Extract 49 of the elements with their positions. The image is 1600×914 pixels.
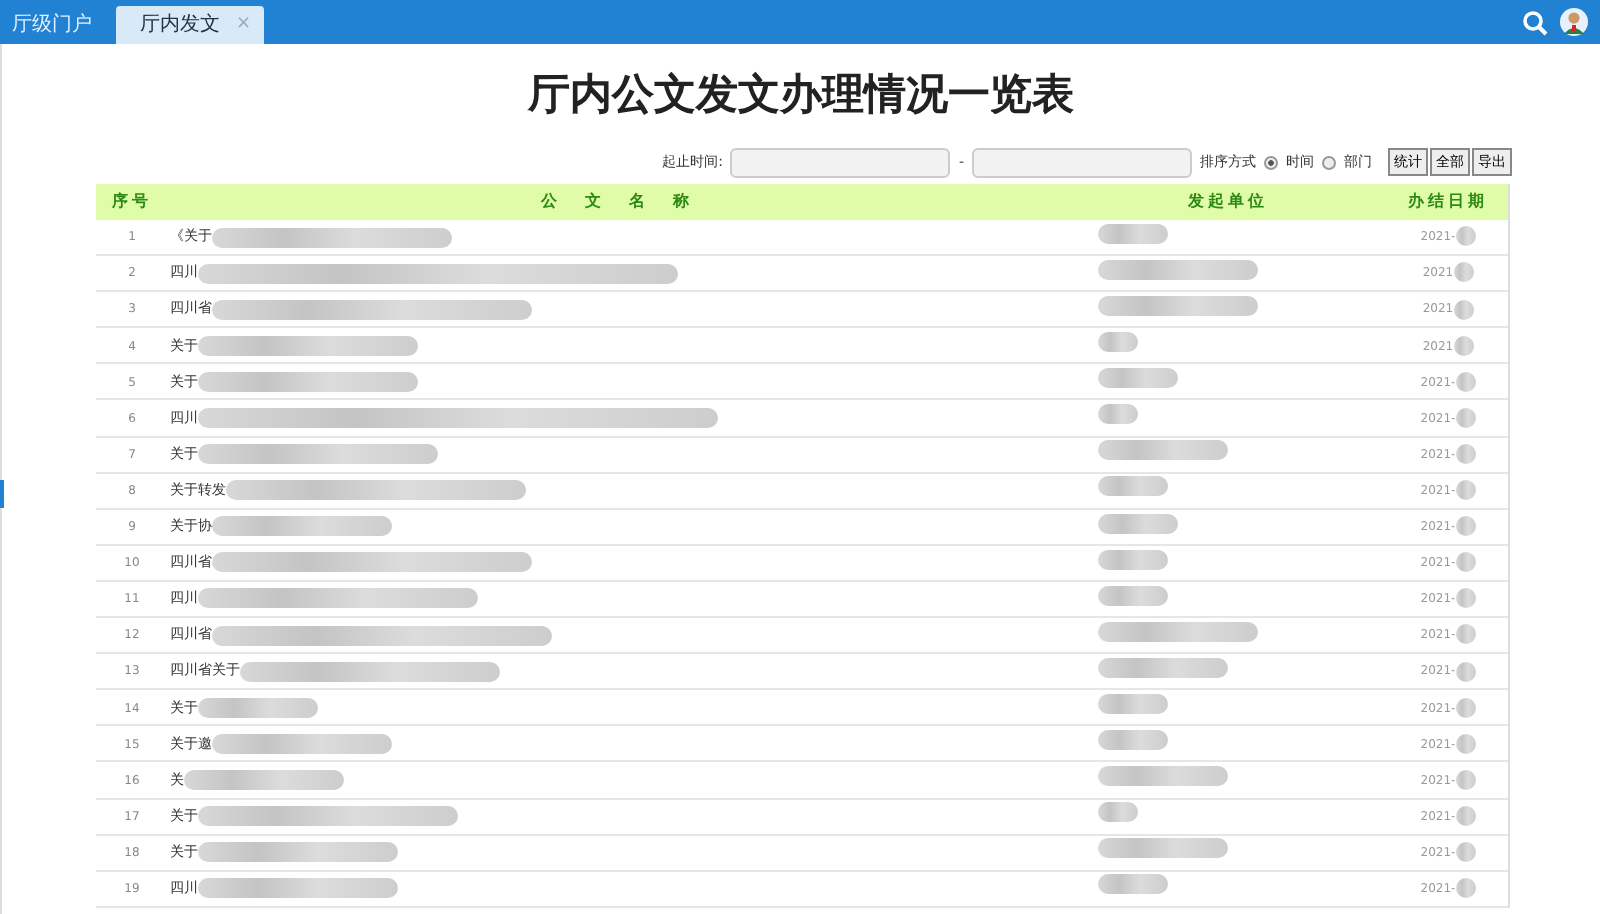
redacted-text-block: [1455, 226, 1476, 247]
redacted-text-block: [1455, 733, 1476, 754]
redacted-text-block: [1098, 223, 1168, 244]
radio-button[interactable]: [1322, 155, 1336, 169]
redacted-text-block: [1455, 552, 1476, 573]
redacted-text-block: [1455, 371, 1476, 392]
redacted-text-block: [1098, 476, 1168, 497]
redacted-text-block: [1453, 299, 1474, 320]
redacted-text-block: [1098, 549, 1168, 570]
end-date-field[interactable]: [972, 147, 1192, 177]
redacted-text-block: [1453, 335, 1474, 356]
start-date-field[interactable]: [730, 147, 951, 177]
redacted-text-block: [1455, 516, 1476, 537]
redacted-text-block: [1455, 407, 1476, 428]
redacted-text-block: [1098, 513, 1178, 534]
redacted-text-block: [1455, 878, 1476, 899]
redacted-text-block: [1455, 443, 1476, 464]
redacted-text-block: [1098, 766, 1228, 787]
redacted-text-block: [1455, 697, 1476, 718]
redacted-text-block: [1098, 730, 1168, 751]
redacted-text-block: [1455, 624, 1476, 645]
redacted-text-block: [1098, 440, 1228, 461]
column-header: 办结日期: [1408, 192, 1488, 210]
redacted-text-block: [1455, 588, 1476, 609]
redacted-text-block: [1455, 769, 1476, 790]
redacted-text-block: [1098, 838, 1228, 859]
redacted-text-block: [198, 697, 318, 718]
column-header: 发起单位: [1188, 192, 1268, 210]
tab[interactable]: 厅内发文 ×: [116, 6, 264, 44]
column-header: 序号: [112, 192, 152, 210]
redacted-text-block: [1098, 874, 1168, 895]
redacted-text-block: [1098, 332, 1138, 353]
radio-button[interactable]: [1264, 155, 1278, 169]
search-icon[interactable]: [1522, 9, 1548, 35]
redacted-text-block: [1098, 368, 1178, 389]
side-marker: [0, 480, 4, 508]
column-header: 公文名称: [541, 190, 717, 214]
redacted-text-block: [1455, 841, 1476, 862]
redacted-text-block: [1098, 585, 1168, 606]
redacted-text-block: [1455, 480, 1476, 501]
page-title: 厅内公文发文办理情况一览表: [528, 70, 1074, 118]
redacted-text-block: [1098, 657, 1228, 678]
redacted-text-block: [1455, 805, 1476, 826]
redacted-text-block: [1453, 262, 1474, 283]
redacted-text-block: [1098, 802, 1138, 823]
redacted-text-block: [1455, 661, 1476, 681]
redacted-text-block: [1098, 404, 1138, 425]
redacted-text-block: [1098, 694, 1168, 715]
user-avatar-icon[interactable]: [1560, 8, 1588, 36]
